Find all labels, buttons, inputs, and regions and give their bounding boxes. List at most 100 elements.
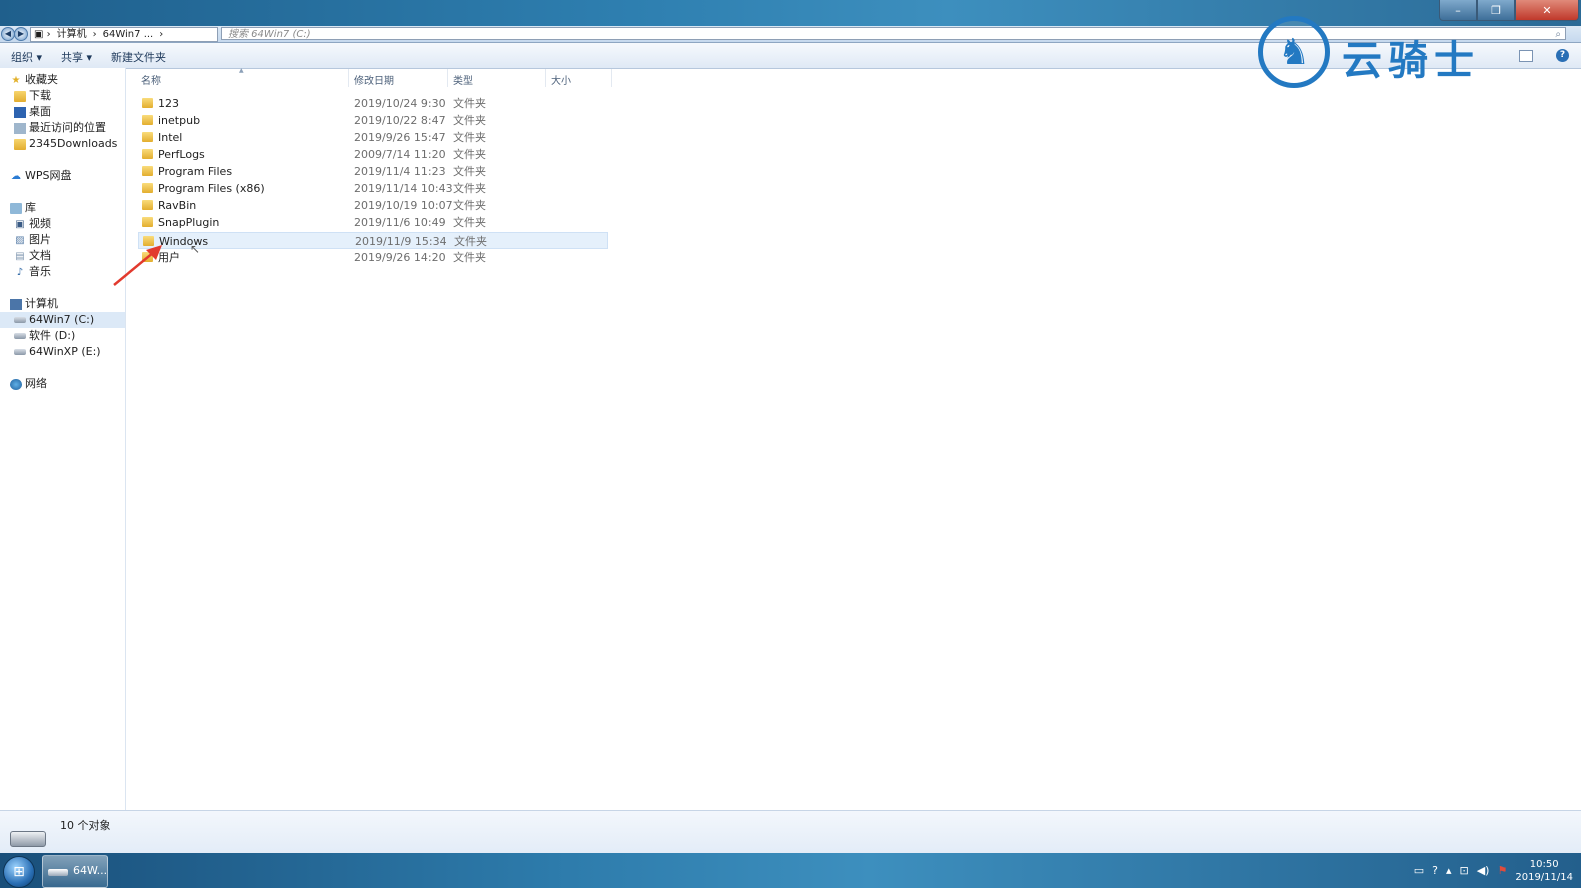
file-type: 文件夹 [453,182,486,195]
nav-drive-e[interactable]: 64WinXP (E:) [14,344,101,360]
nav-music[interactable]: ♪ 音乐 [14,264,51,280]
help-icon[interactable]: ? [1556,49,1569,62]
folder-icon [142,98,153,108]
file-type: 文件夹 [453,251,486,264]
annotation-arrow-icon [113,245,162,286]
breadcrumb-chevron-icon[interactable]: › [156,28,166,41]
knight-logo-icon: ♞ [1258,16,1330,88]
file-name: Intel [158,131,183,144]
nav-label: 64WinXP (E:) [29,345,101,358]
watermark-logo: ♞ 云骑士 [1256,14,1546,92]
column-divider[interactable] [611,69,612,87]
file-date: 2019/10/19 10:07 [354,199,453,212]
file-type: 文件夹 [453,216,486,229]
file-date: 2019/9/26 14:20 [354,251,446,264]
file-row[interactable]: SnapPlugin 2019/11/6 10:49 文件夹 [138,214,608,231]
column-header-name[interactable]: 名称 [141,72,161,87]
nav-label: 2345Downloads [29,137,118,150]
file-row[interactable]: 123 2019/10/24 9:30 文件夹 [138,95,608,112]
nav-drive-d[interactable]: 软件 (D:) [14,328,75,344]
drive-icon [14,317,26,323]
file-date: 2019/11/6 10:49 [354,216,446,229]
help-tray-icon[interactable]: ? [1432,864,1438,877]
star-icon: ★ [11,74,21,86]
nav-recent[interactable]: 最近访问的位置 [14,120,106,136]
file-name: PerfLogs [158,148,205,161]
nav-2345downloads[interactable]: 2345Downloads [14,136,117,152]
desktop-icon [14,106,26,118]
column-divider[interactable] [447,69,448,87]
show-hidden-icons[interactable]: ▴ [1446,864,1452,877]
nav-label: 下载 [29,89,51,102]
file-row[interactable]: Intel 2019/9/26 15:47 文件夹 [138,129,608,146]
new-folder-button[interactable]: 新建文件夹 [111,49,166,65]
nav-drive-c[interactable]: 64Win7 (C:) [0,312,125,328]
file-row-hovered[interactable]: Windows 2019/11/9 15:34 文件夹 [138,232,608,249]
file-name: RavBin [158,199,197,212]
nav-label: WPS网盘 [25,169,72,182]
folder-icon [142,183,153,193]
breadcrumb-separator: › [92,29,97,40]
file-row[interactable]: inetpub 2019/10/22 8:47 文件夹 [138,112,608,129]
file-date: 2019/11/4 11:23 [354,165,446,178]
nav-label: 计算机 [25,297,58,310]
nav-documents[interactable]: ▤ 文档 [14,248,51,264]
drive-icon [48,869,68,876]
file-name: SnapPlugin [158,216,220,229]
share-button[interactable]: 共享 ▾ [61,49,92,65]
column-header-size[interactable]: 大小 [551,72,571,87]
file-type: 文件夹 [453,148,486,161]
mouse-cursor-icon: ↖ [190,242,201,256]
volume-icon[interactable]: ◀) [1477,864,1490,877]
column-header-date[interactable]: 修改日期 [354,72,394,87]
library-icon [10,202,22,214]
nav-wps[interactable]: ☁ WPS网盘 [10,168,72,184]
breadcrumb-drive[interactable]: 64Win7 ... [100,28,157,41]
clock[interactable]: 10:50 2019/11/14 [1515,858,1573,884]
nav-computer[interactable]: 计算机 [10,296,58,312]
file-row[interactable]: Program Files 2019/11/4 11:23 文件夹 [138,163,608,180]
nav-pictures[interactable]: ▨ 图片 [14,232,51,248]
keyboard-icon[interactable]: ▭ [1414,864,1424,877]
forward-icon[interactable]: ▶ [14,27,28,41]
nav-favorites[interactable]: ★ 收藏夹 [10,72,58,88]
details-pane: 10 个对象 [0,810,1581,854]
file-row[interactable]: Program Files (x86) 2019/11/14 10:43 文件夹 [138,180,608,197]
column-divider[interactable] [348,69,349,87]
nav-desktop[interactable]: 桌面 [14,104,51,120]
navigation-pane: ★ 收藏夹 下载 桌面 最近访问的位置 2345Downloads ☁ WPS网盘 … [0,68,126,810]
start-button[interactable]: ⊞ [3,856,35,888]
file-name: Program Files [158,165,233,178]
column-divider[interactable] [545,69,546,87]
organize-button[interactable]: 组织 ▾ [11,49,42,65]
taskbar-explorer-item[interactable]: 64W... [42,855,108,888]
search-icon[interactable]: ⌕ [1555,28,1561,41]
file-date: 2019/10/24 9:30 [354,97,446,110]
file-row[interactable]: RavBin 2019/10/19 10:07 文件夹 [138,197,608,214]
nav-label: 64Win7 (C:) [29,313,95,326]
action-center-icon[interactable]: ⚑ [1497,864,1507,877]
task-label: 64W... [73,864,108,877]
network-tray-icon[interactable]: ⊡ [1460,864,1469,877]
nav-videos[interactable]: ▣ 视频 [14,216,51,232]
nav-library[interactable]: 库 [10,200,36,216]
file-type: 文件夹 [453,199,486,212]
file-name: 123 [158,97,179,110]
file-type: 文件夹 [453,165,486,178]
file-row[interactable]: 用户 2019/9/26 14:20 文件夹 [138,249,608,266]
folder-icon [142,166,153,176]
nav-label: 网络 [25,377,47,390]
nav-network[interactable]: 网络 [10,376,47,392]
address-bar[interactable]: ▣ › 计算机 › 64Win7 ... › [30,27,218,42]
picture-icon: ▨ [15,234,25,246]
breadcrumb-computer[interactable]: 计算机 [54,28,90,41]
file-date: 2019/11/9 15:34 [355,235,447,248]
file-type: 文件夹 [454,235,487,248]
file-name: Program Files (x86) [158,182,265,195]
document-icon: ▤ [15,250,25,262]
file-name: inetpub [158,114,201,127]
nav-downloads[interactable]: 下载 [14,88,51,104]
file-row[interactable]: PerfLogs 2009/7/14 11:20 文件夹 [138,146,608,163]
back-icon[interactable]: ◀ [1,27,15,41]
column-header-type[interactable]: 类型 [453,72,473,87]
